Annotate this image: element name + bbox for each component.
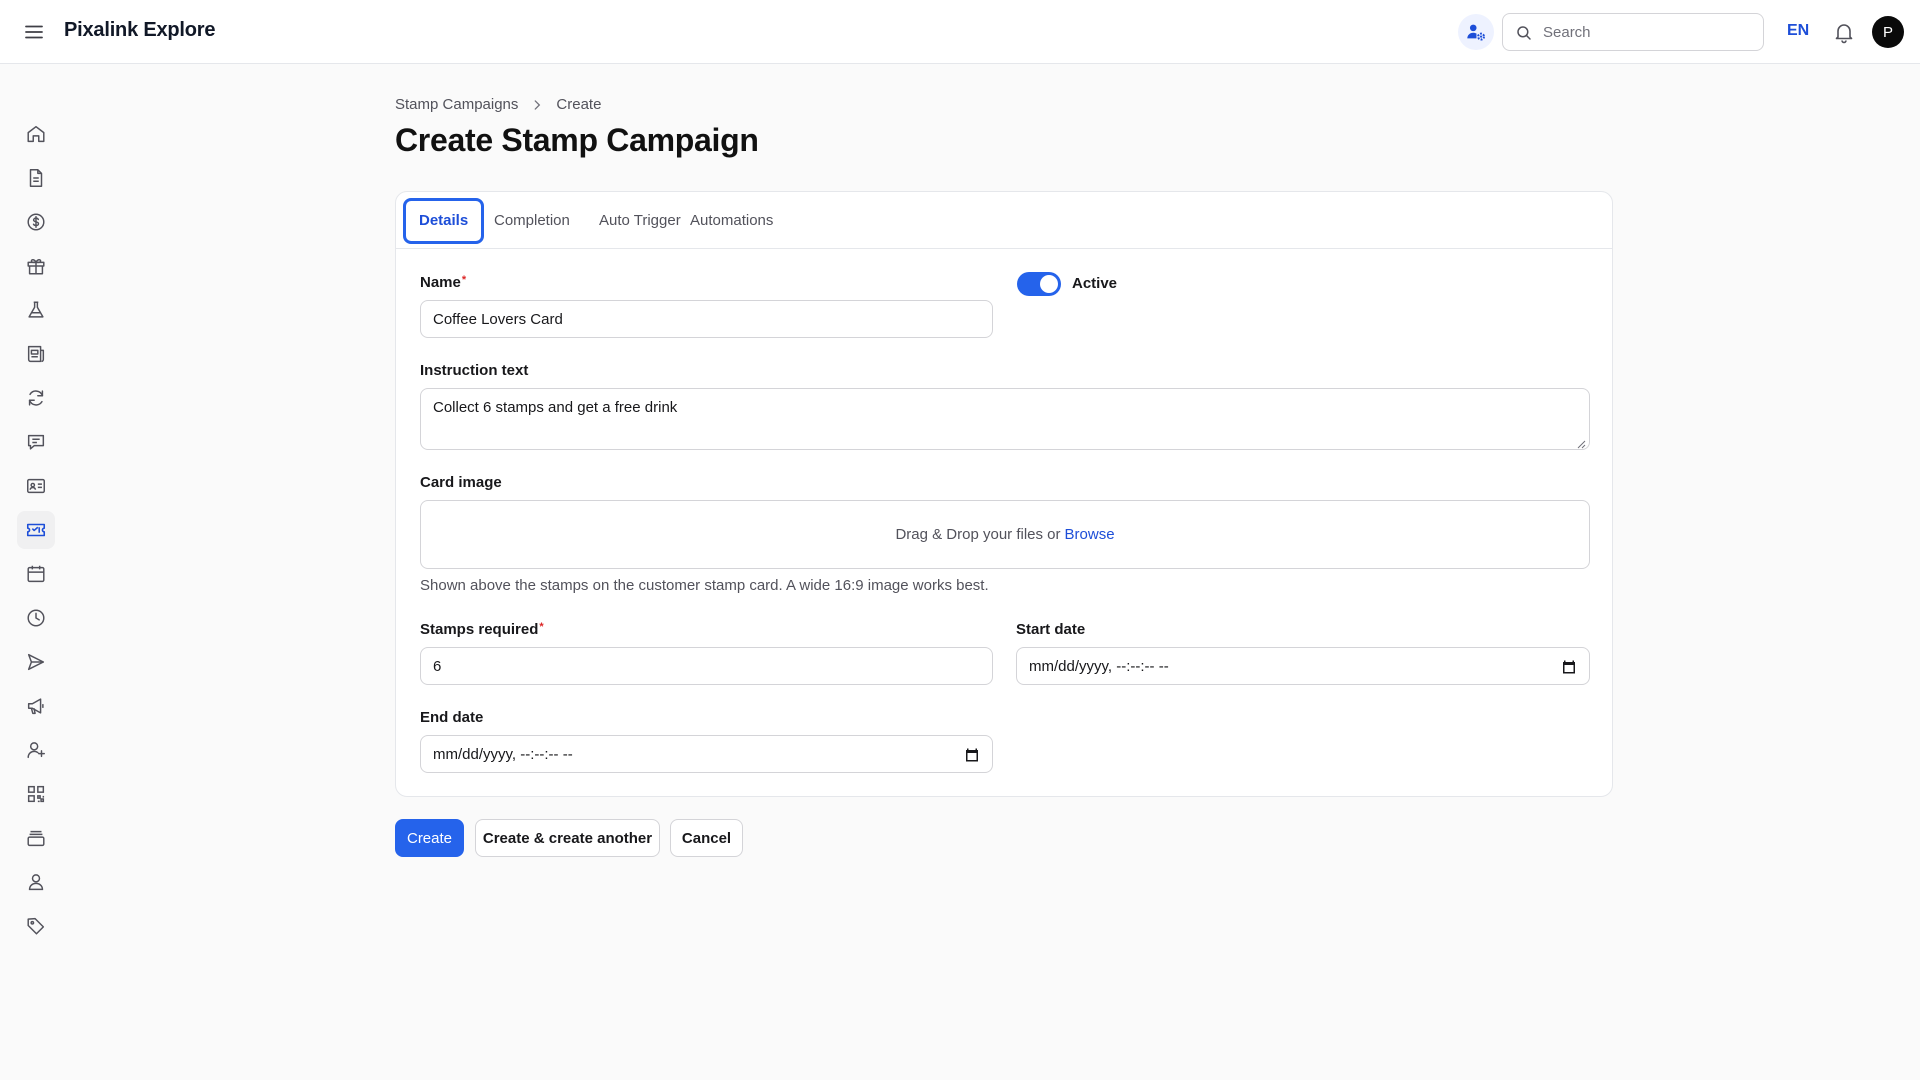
search-input[interactable] [1543,14,1753,50]
flask-icon [28,301,44,318]
send-icon [27,653,45,671]
qr-code-icon [27,785,45,803]
sidebar-item-documents[interactable] [17,159,55,197]
sidebar-item-members[interactable] [17,467,55,505]
tag-icon [27,917,45,935]
home-icon [27,125,45,143]
menu-icon[interactable] [22,20,46,44]
stamps-required-label: Stamps required* [420,621,544,638]
breadcrumb: Stamp Campaigns Create [395,96,601,113]
breadcrumb-current: Create [556,96,602,113]
language-switcher[interactable]: EN [1787,22,1809,40]
browse-link[interactable]: Browse [1065,526,1115,543]
create-another-button[interactable]: Create & create another [475,819,660,857]
start-date-label: Start date [1016,621,1086,638]
active-toggle[interactable] [1017,272,1061,296]
card-image-label: Card image [420,474,502,491]
search-icon [1517,26,1531,40]
user-settings-button[interactable] [1458,14,1494,50]
user-gear-icon [1467,24,1485,41]
clock-icon [27,609,45,627]
user-plus-icon [27,742,45,759]
bell-icon[interactable] [1832,20,1856,44]
calendar-icon[interactable] [1561,659,1577,675]
sidebar-item-invite[interactable] [17,731,55,769]
end-date-label: End date [420,709,484,726]
end-date-placeholder: mm/dd/yyyy, --:--:-- -- [433,745,573,763]
chat-icon [27,434,45,450]
document-icon [29,169,43,187]
page-title: Create Stamp Campaign [395,122,759,158]
tab-completion[interactable]: Completion [479,198,585,244]
end-date-field[interactable]: mm/dd/yyyy, --:--:-- -- [420,735,993,773]
form-card: Details Completion Auto Trigger Automati… [395,191,1613,797]
sidebar-item-profile[interactable] [17,863,55,901]
sidebar-item-tags[interactable] [17,907,55,945]
refresh-icon [28,390,44,406]
newspaper-icon [27,345,45,363]
calendar-icon [27,565,45,583]
tab-automations[interactable]: Automations [675,198,788,244]
sidebar-item-history[interactable] [17,599,55,637]
archive-icon [27,830,45,847]
sidebar-item-stamp-campaigns[interactable] [17,511,55,549]
gift-icon [27,259,45,275]
start-date-placeholder: mm/dd/yyyy, --:--:-- -- [1029,657,1169,675]
sidebar-item-calendar[interactable] [17,555,55,593]
required-mark: * [461,274,467,286]
dropzone-text: Drag & Drop your files or [895,526,1061,543]
name-field[interactable] [420,300,993,338]
breadcrumb-stamp-campaigns[interactable]: Stamp Campaigns [395,96,518,113]
chevron-right-icon [535,99,541,110]
toggle-knob [1040,275,1058,293]
required-mark: * [539,621,544,633]
sidebar-item-archive[interactable] [17,819,55,857]
start-date-field[interactable]: mm/dd/yyyy, --:--:-- -- [1016,647,1590,685]
app-title: Pixalink Explore [64,19,216,41]
sidebar-item-send[interactable] [17,643,55,681]
stamps-required-field[interactable] [420,647,993,685]
sidebar-item-sync[interactable] [17,379,55,417]
sidebar-item-messages[interactable] [17,423,55,461]
sidebar-item-qr-codes[interactable] [17,775,55,813]
id-card-icon [27,478,45,494]
search-box[interactable] [1502,13,1764,51]
card-image-dropzone[interactable]: Drag & Drop your files or Browse [420,500,1590,569]
card-image-helper: Shown above the stamps on the customer s… [420,577,989,594]
avatar[interactable]: P [1872,16,1904,48]
name-label: Name* [420,274,467,291]
create-button[interactable]: Create [395,819,464,857]
sidebar-item-campaigns[interactable] [17,687,55,725]
megaphone-icon [27,698,44,715]
sidebar [0,64,72,1080]
sidebar-item-payments[interactable] [17,203,55,241]
tab-details[interactable]: Details [403,198,485,244]
dollar-icon [27,213,45,231]
user-icon [28,874,44,891]
instruction-textarea[interactable]: Collect 6 stamps and get a free drink [420,388,1590,450]
sidebar-item-news[interactable] [17,335,55,373]
calendar-icon[interactable] [964,747,980,763]
active-label: Active [1072,275,1118,292]
sidebar-item-labs[interactable] [17,291,55,329]
top-bar: Pixalink Explore EN P [0,0,1920,64]
sidebar-item-rewards[interactable] [17,247,55,285]
sidebar-item-home[interactable] [17,115,55,153]
resize-handle-icon[interactable] [1576,439,1586,449]
instruction-label: Instruction text [420,362,529,379]
tab-bar: Details Completion Auto Trigger Automati… [396,192,1612,249]
ticket-icon [26,523,46,537]
cancel-button[interactable]: Cancel [670,819,743,857]
